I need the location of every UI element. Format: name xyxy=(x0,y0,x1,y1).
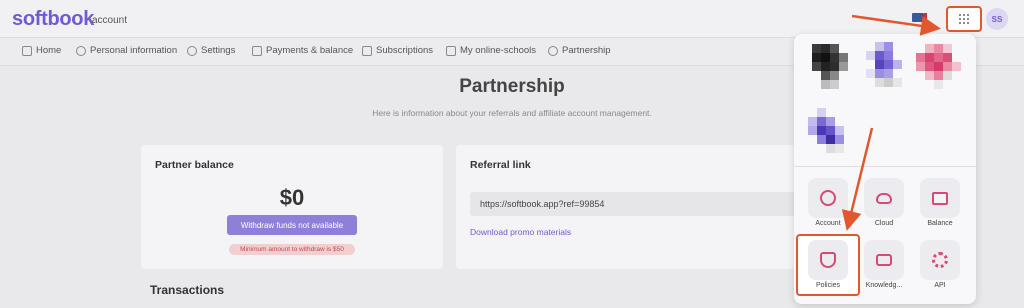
referral-link-field[interactable]: https://softbook.app?ref=99854 xyxy=(470,192,810,216)
logo[interactable]: softbook xyxy=(12,8,94,31)
logo-subtitle: account xyxy=(92,15,128,26)
chat-icon xyxy=(876,254,892,266)
diamond-icon xyxy=(548,45,558,56)
grid-icon xyxy=(362,45,372,56)
panel-divider xyxy=(794,166,976,167)
apps-menu-button[interactable] xyxy=(946,6,982,32)
nav-item-payments-balance[interactable]: Payments & balance xyxy=(252,45,353,56)
download-promo-link[interactable]: Download promo materials xyxy=(470,227,571,237)
avatar[interactable]: SS xyxy=(986,8,1008,30)
api-tile[interactable] xyxy=(920,240,960,280)
tile-label: Balance xyxy=(927,220,953,227)
user-icon xyxy=(76,45,86,56)
apps-panel: Account Cloud Balance Policies Knowledg.… xyxy=(794,34,976,304)
tile-label: Knowledg... xyxy=(865,282,903,289)
gear-icon xyxy=(932,252,948,268)
language-flag-icon[interactable] xyxy=(912,13,927,22)
wallet-icon xyxy=(252,45,262,56)
card-title: Partner balance xyxy=(155,159,234,171)
balance-value: $0 xyxy=(279,185,305,210)
minimum-withdraw-badge: Minimum amount to withdraw is $50 xyxy=(229,244,355,255)
nav-item-label: Home xyxy=(36,45,62,56)
referral-link-card: Referral link https://softbook.app?ref=9… xyxy=(456,145,810,269)
policies-tile[interactable] xyxy=(808,240,848,280)
cloud-tile[interactable] xyxy=(864,178,904,218)
nav-item-label: My online-schools xyxy=(460,45,537,56)
nav-item-personal-information[interactable]: Personal information xyxy=(76,45,177,56)
top-bar: softbook account SS xyxy=(0,0,1024,38)
knowledge-base-tile[interactable] xyxy=(864,240,904,280)
nav-item-home[interactable]: Home xyxy=(22,45,61,56)
account-tile[interactable] xyxy=(808,178,848,218)
partner-balance-card: Partner balance $0 Withdraw funds not av… xyxy=(141,145,443,269)
nav-item-label: Settings xyxy=(201,45,236,56)
graduation-cap-icon xyxy=(446,45,456,56)
tile-label: API xyxy=(934,282,946,289)
tile-label: Account xyxy=(815,220,841,227)
nav-item-my-online-schools[interactable]: My online-schools xyxy=(446,45,536,56)
user-icon xyxy=(820,190,836,206)
nav-item-settings[interactable]: Settings xyxy=(187,45,235,56)
card-icon xyxy=(932,191,948,205)
nav-item-label: Partnership xyxy=(562,45,611,56)
tile-label: Policies xyxy=(815,282,841,289)
home-icon xyxy=(22,45,32,56)
card-title: Referral link xyxy=(470,159,531,171)
nav-item-label: Payments & balance xyxy=(266,45,354,56)
cloud-icon xyxy=(876,192,892,204)
gear-icon xyxy=(187,45,197,56)
grid-icon xyxy=(959,14,969,24)
balance-tile[interactable] xyxy=(920,178,960,218)
nav-item-partnership[interactable]: Partnership xyxy=(548,45,611,56)
nav-item-label: Subscriptions xyxy=(376,45,434,56)
transactions-heading: Transactions xyxy=(150,283,225,297)
withdraw-button[interactable]: Withdraw funds not available xyxy=(227,215,357,235)
nav-item-label: Personal information xyxy=(90,45,178,56)
tile-label: Cloud xyxy=(874,220,894,227)
shield-icon xyxy=(820,252,836,268)
nav-item-subscriptions[interactable]: Subscriptions xyxy=(362,45,433,56)
